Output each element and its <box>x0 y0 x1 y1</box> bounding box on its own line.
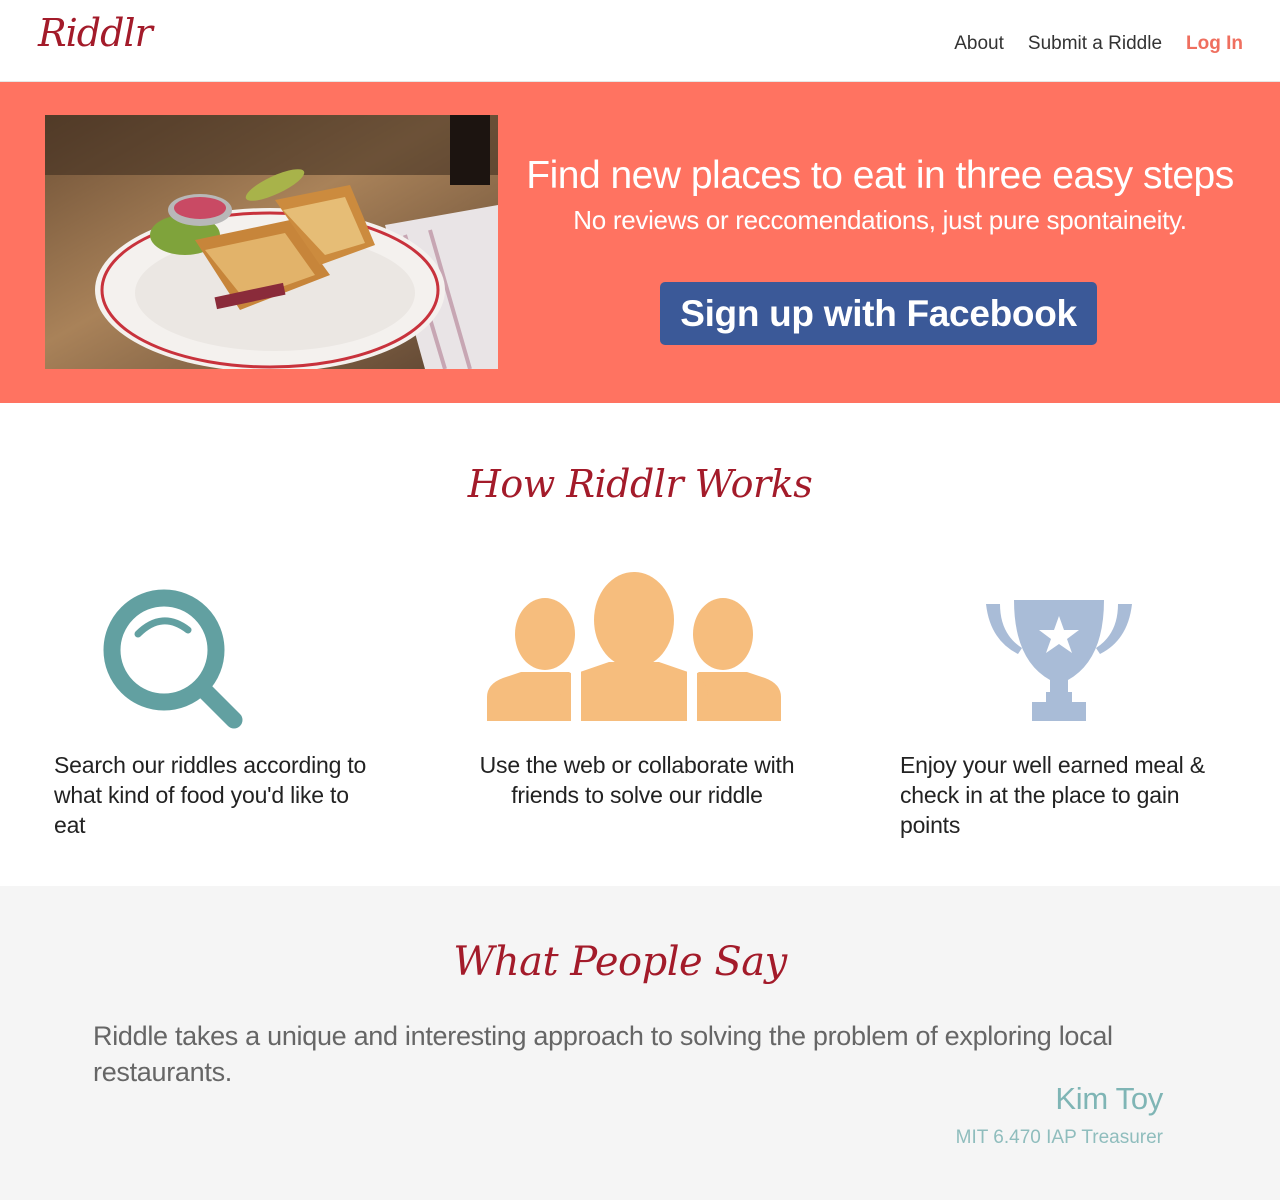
hero-banner: Find new places to eat in three easy ste… <box>0 82 1280 403</box>
feature-text-search: Search our riddles according to what kin… <box>54 752 367 838</box>
testimonials-section: What People Say Riddle takes a unique an… <box>0 886 1280 1200</box>
magnifying-glass-icon <box>100 588 244 732</box>
page: Riddlr About Submit a Riddle Log In Find… <box>0 0 1280 1200</box>
people-group-icon <box>487 572 781 721</box>
feature-text-collaborate: Use the web or collaborate with friends … <box>479 752 795 808</box>
testimonials-heading: What People Say <box>453 939 787 985</box>
testimonial-author: Kim Toy <box>1055 1081 1163 1116</box>
feature-text-enjoy: Enjoy your well earned meal & check in a… <box>900 752 1205 838</box>
testimonial-author-role: MIT 6.470 IAP Treasurer <box>955 1127 1163 1148</box>
hero-subtitle: No reviews or reccomendations, just pure… <box>573 204 1187 235</box>
nav-submit-riddle-link[interactable]: Submit a Riddle <box>1028 34 1162 53</box>
nav-about-link[interactable]: About <box>954 34 1004 53</box>
logo[interactable]: Riddlr <box>38 14 153 52</box>
sandwich-illustration <box>45 115 498 369</box>
hero-title: Find new places to eat in three easy ste… <box>526 154 1234 197</box>
how-it-works-heading: How Riddlr Works <box>467 462 813 506</box>
nav-login-link[interactable]: Log In <box>1186 34 1243 53</box>
facebook-signup-button[interactable]: Sign up with Facebook <box>660 282 1097 345</box>
how-it-works-section: How Riddlr Works Search our riddles acco… <box>0 403 1280 886</box>
sandwich-photo <box>45 115 498 369</box>
trophy-icon <box>986 600 1132 721</box>
navbar: Riddlr About Submit a Riddle Log In <box>0 0 1280 82</box>
hero-copy: Find new places to eat in three easy ste… <box>510 154 1250 236</box>
testimonial-quote: Riddle takes a unique and interesting ap… <box>93 1021 1113 1087</box>
main-nav: About Submit a Riddle Log In <box>954 34 1243 53</box>
